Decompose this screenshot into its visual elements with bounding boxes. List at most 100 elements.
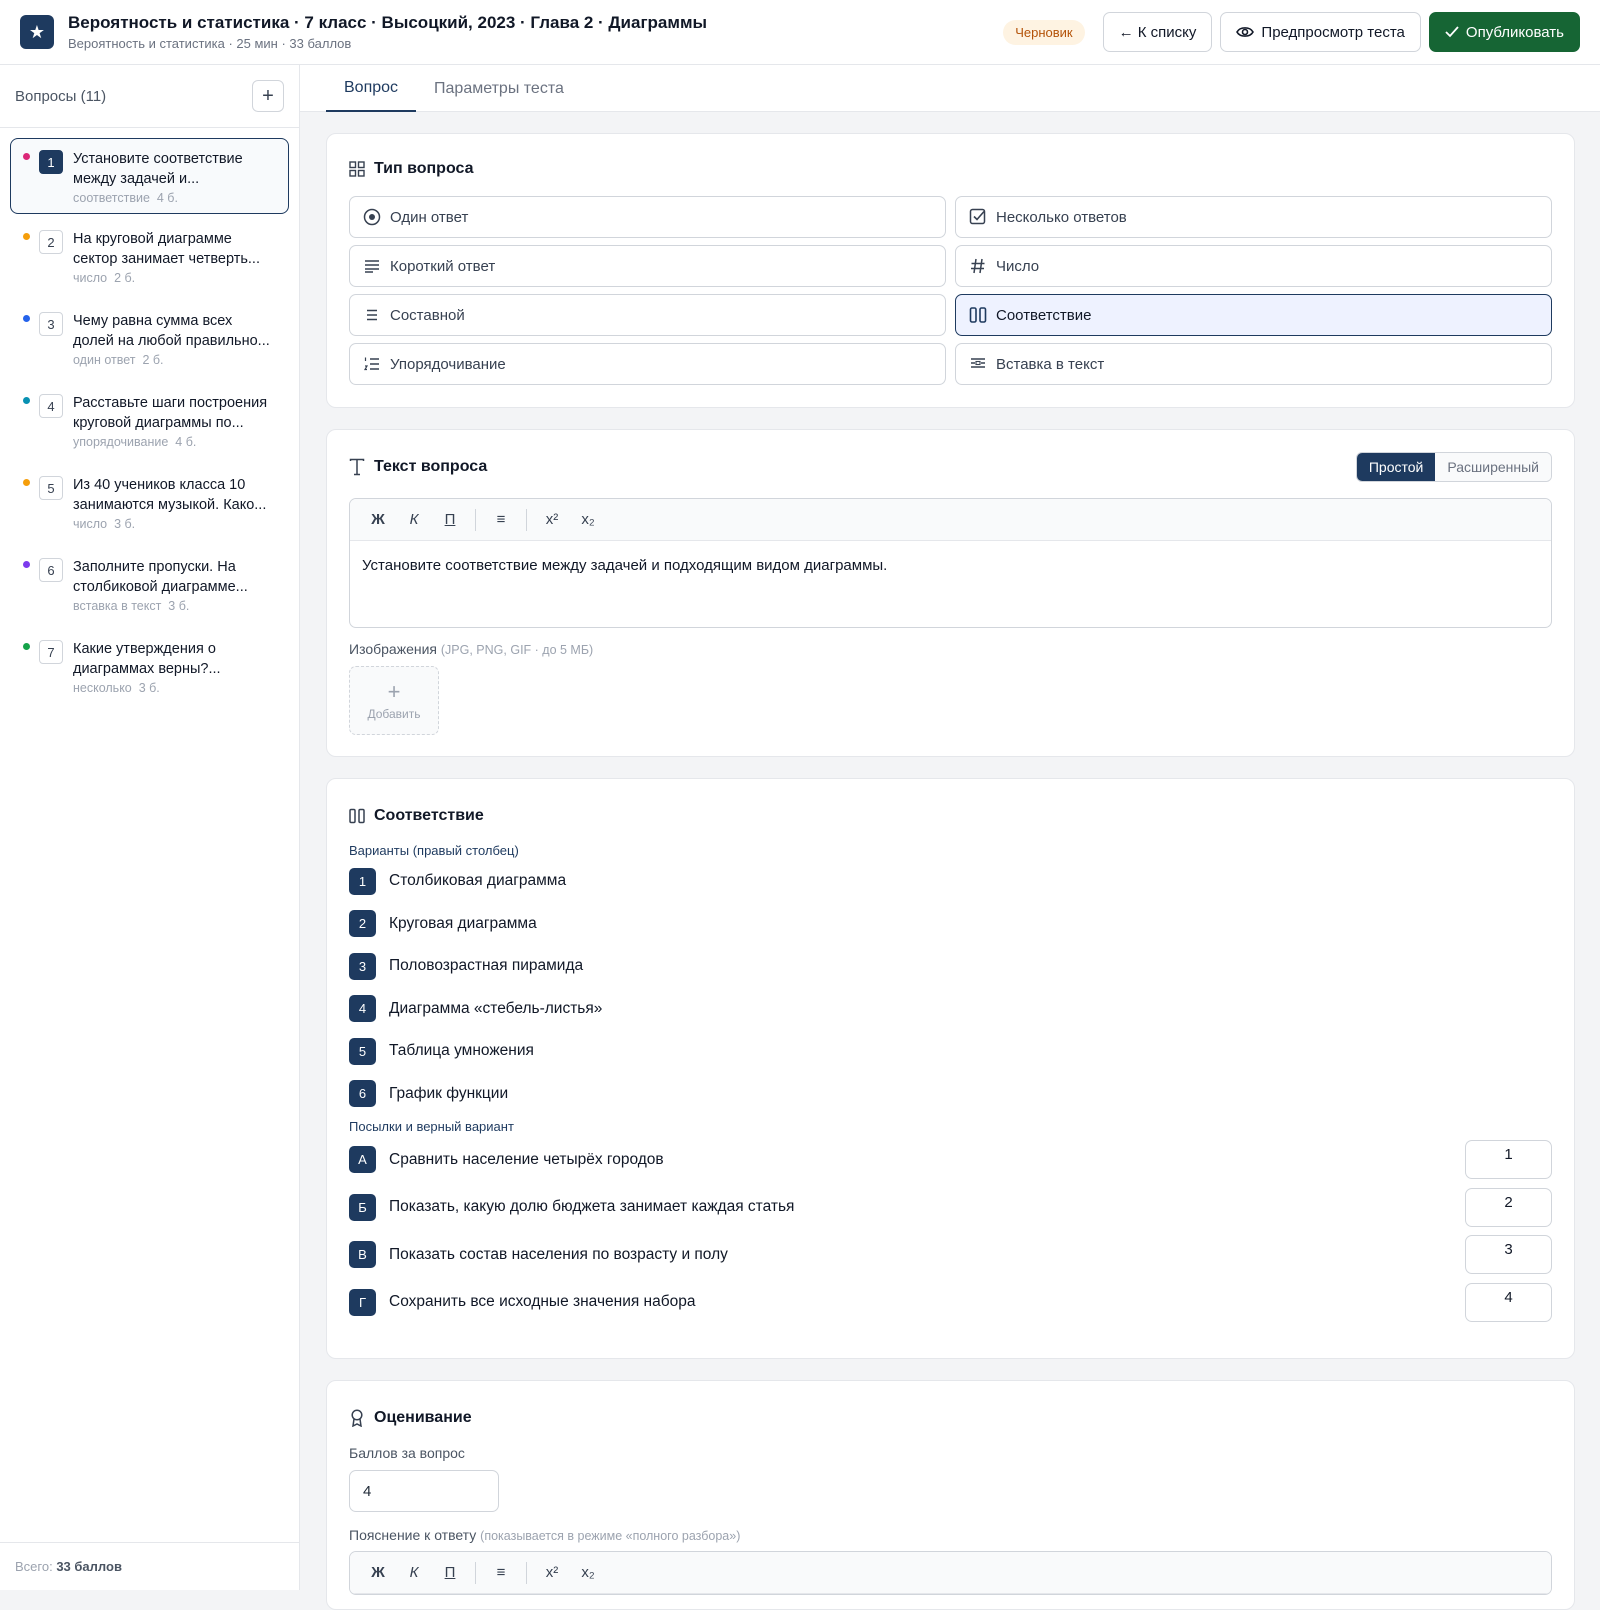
checkbox-icon (969, 208, 986, 225)
total-label: Всего: (15, 1559, 53, 1574)
check-icon (1445, 26, 1459, 38)
premise-letter: Б (349, 1193, 376, 1221)
grading-card: Оценивание Баллов за вопрос 4 Пояснение … (326, 1380, 1575, 1610)
list-icon (367, 309, 377, 321)
list-button[interactable]: ≡ (483, 1564, 519, 1581)
type-option-ordering[interactable]: Упорядочивание (349, 343, 946, 385)
superscript-button[interactable]: x² (534, 1564, 570, 1581)
list-item: В Показать состав населения по возрасту и… (349, 1231, 1552, 1279)
question-type: несколько (73, 681, 132, 695)
grid-icon (349, 161, 365, 177)
list-item: Г Сохранить все исходные значения набора 4 (349, 1279, 1552, 1327)
question-meta: упорядочивание 4 б. (73, 435, 276, 449)
question-type: упорядочивание (73, 435, 169, 449)
premise-text[interactable]: Сохранить все исходные значения набора (389, 1293, 1465, 1311)
toolbar-divider (526, 1561, 527, 1584)
list-button[interactable]: ≡ (483, 511, 519, 528)
type-option-matching[interactable]: Соответствие (955, 294, 1552, 336)
italic-button[interactable]: К (396, 511, 432, 528)
mode-simple-button[interactable]: Простой (1356, 453, 1436, 481)
subscript-button[interactable]: x₂ (570, 1564, 606, 1581)
publish-button[interactable]: Опубликовать (1428, 12, 1580, 52)
type-option-compound[interactable]: Составной (349, 294, 946, 336)
text-icon (349, 458, 365, 476)
question-text: На круговой диаграмме сектор занимает че… (73, 231, 260, 267)
question-text-area[interactable]: Установите соответствие между задачей и … (350, 541, 1551, 627)
tab-test-settings[interactable]: Параметры теста (416, 65, 582, 112)
question-item-6[interactable]: 6 Заполните пропуски. На столбиковой диа… (10, 546, 289, 624)
status-badge: Черновик (1003, 19, 1085, 45)
preview-button[interactable]: Предпросмотр теста (1220, 12, 1421, 52)
type-option-number[interactable]: Число (955, 245, 1552, 287)
question-type: вставка в текст (73, 599, 162, 613)
premise-letter: А (349, 1146, 376, 1174)
list-item: 4 Диаграмма «стебель-листья» (349, 988, 1552, 1031)
underline-button[interactable]: П (432, 511, 468, 528)
editor-mode-toggle: Простой Расширенный (1355, 452, 1552, 482)
tab-question[interactable]: Вопрос (326, 65, 417, 112)
mode-advanced-button[interactable]: Расширенный (1435, 453, 1551, 481)
superscript-button[interactable]: x² (534, 511, 570, 528)
question-item-7[interactable]: 7 Какие утверждения о диаграммах верны?.… (10, 628, 289, 706)
add-question-button[interactable]: + (252, 80, 284, 112)
option-text[interactable]: Половозрастная пирамида (389, 957, 1552, 975)
answer-input[interactable]: 2 (1465, 1187, 1552, 1227)
question-meta: несколько 3 б. (73, 681, 276, 695)
answer-input[interactable]: 4 (1465, 1282, 1552, 1322)
question-type: число (73, 517, 108, 531)
type-option-label: Один ответ (390, 208, 469, 226)
type-option-single[interactable]: Один ответ (349, 196, 946, 238)
question-text: Расставьте шаги построения круговой диаг… (73, 395, 268, 431)
question-points: 3 б. (114, 517, 136, 531)
question-item-2[interactable]: 2 На круговой диаграмме сектор занимает … (10, 218, 289, 296)
explanation-label: Пояснение к ответу (показывается в режим… (349, 1527, 1552, 1543)
question-color-dot (23, 153, 30, 160)
italic-button[interactable]: К (396, 1564, 432, 1581)
eye-icon (1236, 27, 1255, 37)
type-option-multiple[interactable]: Несколько ответов (955, 196, 1552, 238)
add-image-button[interactable]: + Добавить (349, 666, 439, 735)
option-text[interactable]: Таблица умножения (389, 1042, 1552, 1060)
question-item-5[interactable]: 5 Из 40 учеников класса 10 занимаются му… (10, 464, 289, 542)
star-logo-icon: ★ (20, 15, 54, 49)
points-input[interactable]: 4 (349, 1470, 499, 1512)
question-number: 1 (39, 150, 63, 174)
answer-input[interactable]: 1 (1465, 1140, 1552, 1180)
page-subtitle: Вероятность и статистика · 25 мин · 33 б… (68, 36, 352, 51)
type-option-label: Короткий ответ (390, 257, 496, 275)
question-points: 3 б. (138, 681, 160, 695)
question-points: 4 б. (175, 435, 197, 449)
question-item-4[interactable]: 4 Расставьте шаги построения круговой ди… (10, 382, 289, 460)
bold-button[interactable]: Ж (360, 1564, 396, 1581)
list-item: 1 Столбиковая диаграмма (349, 860, 1552, 903)
matching-card: Соответствие Варианты (правый столбец) 1… (326, 778, 1575, 1359)
answer-input[interactable]: 3 (1465, 1235, 1552, 1275)
points-label: Баллов за вопрос (349, 1445, 465, 1461)
type-option-insert[interactable]: Вставка в текст (955, 343, 1552, 385)
questions-sidebar: Вопросы (11) + 1 Установите соответствие… (0, 65, 300, 1590)
question-points: 3 б. (168, 599, 190, 613)
question-number: 2 (39, 230, 63, 254)
premise-text[interactable]: Сравнить население четырёх городов (389, 1151, 1465, 1169)
option-number: 6 (349, 1080, 376, 1108)
premise-text[interactable]: Показать состав населения по возрасту и … (389, 1246, 1465, 1264)
back-to-list-button[interactable]: ← К списку (1102, 12, 1213, 52)
insert-text-icon (971, 358, 985, 368)
bold-button[interactable]: Ж (360, 511, 396, 528)
subscript-button[interactable]: x₂ (570, 511, 606, 528)
matching-premises: А Сравнить население четырёх городов 1 Б По… (349, 1136, 1552, 1326)
option-text[interactable]: Столбиковая диаграмма (389, 872, 1552, 890)
type-option-short[interactable]: Короткий ответ (349, 245, 946, 287)
question-item-1[interactable]: 1 Установите соответствие между задачей … (10, 138, 289, 214)
question-item-3[interactable]: 3 Чему равна сумма всех долей на любой п… (10, 300, 289, 378)
option-text[interactable]: Круговая диаграмма (389, 915, 1552, 933)
option-text[interactable]: График функции (389, 1085, 1552, 1103)
option-text[interactable]: Диаграмма «стебель-листья» (389, 1000, 1552, 1018)
premise-text[interactable]: Показать, какую долю бюджета занимает ка… (389, 1198, 1465, 1216)
images-label: Изображения (JPG, PNG, GIF · до 5 МБ) (349, 641, 1552, 657)
question-text: Заполните пропуски. На столбиковой диагр… (73, 559, 248, 595)
editor-tabs: Вопрос Параметры теста (300, 65, 1600, 112)
matching-title: Соответствие (349, 801, 1552, 831)
question-text-label: Текст вопроса (374, 458, 488, 475)
underline-button[interactable]: П (432, 1564, 468, 1581)
